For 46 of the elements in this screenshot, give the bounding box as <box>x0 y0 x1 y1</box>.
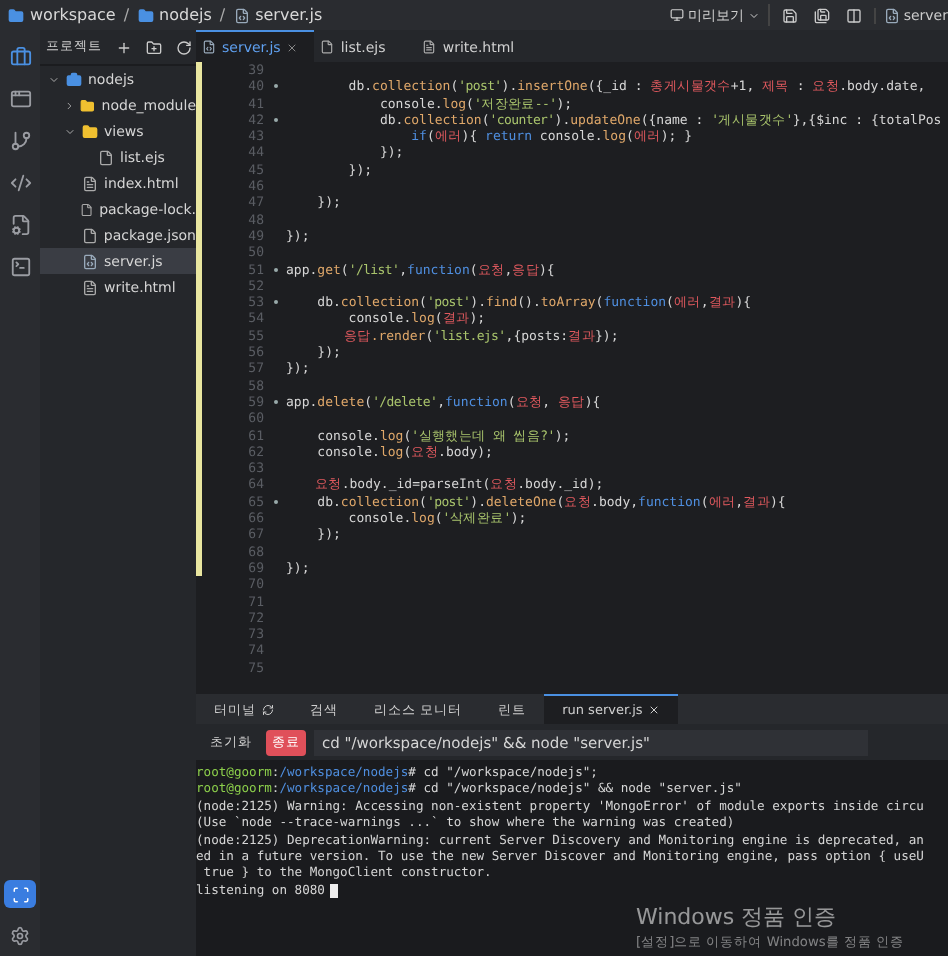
folder-icon <box>8 7 24 23</box>
monitor-icon <box>669 8 684 22</box>
briefcase-icon[interactable] <box>6 42 34 70</box>
project-icon <box>66 71 82 87</box>
folder-icon <box>137 7 154 23</box>
fold-marker-icon[interactable] <box>273 118 277 123</box>
file-code-icon <box>202 40 216 54</box>
file-icon <box>82 175 98 191</box>
close-icon[interactable] <box>648 704 661 716</box>
fold-marker-icon[interactable] <box>273 267 277 272</box>
columns-icon[interactable] <box>841 3 866 27</box>
file-code-icon <box>82 253 98 269</box>
breadcrumb-item[interactable]: nodejs <box>137 6 212 24</box>
fold-marker-icon[interactable] <box>273 499 277 504</box>
folder-icon <box>82 123 98 139</box>
save-all-icon[interactable] <box>809 3 834 27</box>
branch-icon[interactable] <box>6 126 34 154</box>
file-icon <box>320 40 335 54</box>
settings-icon[interactable] <box>6 922 34 950</box>
breadcrumb-separator: / <box>219 6 226 24</box>
chevron-down-icon <box>64 125 76 137</box>
chevron-right-icon <box>64 99 75 111</box>
refresh-icon[interactable] <box>172 35 196 59</box>
expand-icon[interactable] <box>4 880 36 908</box>
save-icon[interactable] <box>777 3 802 27</box>
caret-icon <box>747 9 760 21</box>
breadcrumb-item[interactable]: server.js <box>233 6 323 24</box>
activation-title: Windows 정품 인증 <box>636 902 839 932</box>
file-icon <box>422 40 437 54</box>
refresh-icon[interactable] <box>262 704 274 716</box>
fold-marker-icon[interactable] <box>273 400 277 405</box>
fold-marker-icon[interactable] <box>273 84 277 89</box>
terminal-icon[interactable] <box>6 252 34 280</box>
chevron-down-icon <box>48 73 60 85</box>
breadcrumb-item[interactable]: workspace <box>8 6 116 24</box>
fold-marker-icon[interactable] <box>273 300 277 305</box>
folder-icon <box>80 97 96 113</box>
file-icon <box>98 149 114 165</box>
file-code-icon <box>883 7 900 23</box>
file-icon <box>79 201 94 217</box>
folder-plus-icon[interactable] <box>142 35 166 59</box>
file-icon <box>81 227 98 243</box>
file-icon <box>82 279 98 295</box>
file-code-icon <box>233 7 250 23</box>
close-icon[interactable] <box>286 41 299 53</box>
breadcrumb-separator: / <box>123 6 130 24</box>
